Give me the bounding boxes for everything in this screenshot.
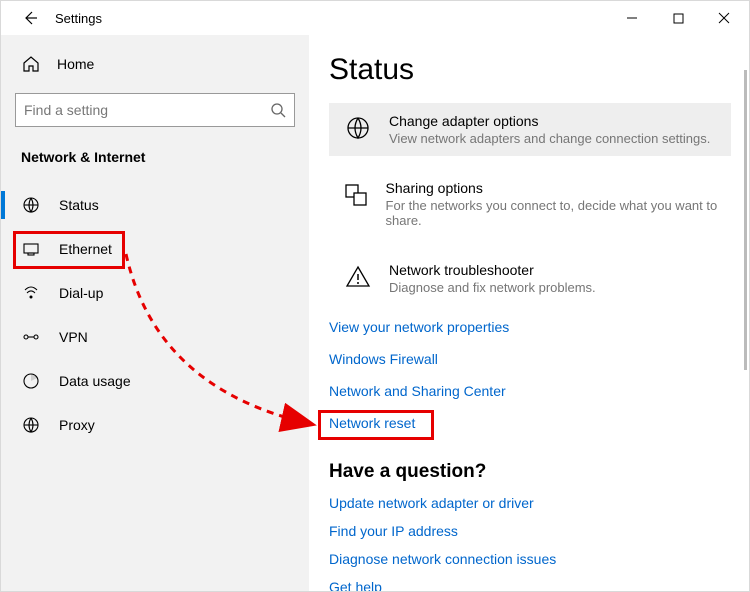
link-view-properties[interactable]: View your network properties (329, 319, 731, 335)
minimize-icon (626, 12, 638, 24)
option-change-adapter[interactable]: Change adapter options View network adap… (329, 103, 731, 156)
link-network-sharing-center[interactable]: Network and Sharing Center (329, 383, 731, 399)
option-sharing[interactable]: Sharing options For the networks you con… (329, 170, 731, 238)
titlebar: Settings (1, 1, 749, 35)
sidebar-item-datausage[interactable]: Data usage (1, 359, 309, 403)
sidebar-item-label: Data usage (59, 373, 131, 389)
page-heading: Status (329, 53, 731, 87)
window-title: Settings (55, 11, 102, 26)
search-icon (270, 102, 286, 118)
sidebar-section-label: Network & Internet (15, 149, 295, 165)
option-title: Sharing options (386, 180, 719, 196)
sidebar-nav: Status Ethernet Dial-up VPN (1, 183, 309, 447)
search-box[interactable] (15, 93, 295, 127)
close-button[interactable] (701, 3, 747, 33)
dialup-icon (21, 284, 41, 302)
sidebar-item-vpn[interactable]: VPN (1, 315, 309, 359)
minimize-button[interactable] (609, 3, 655, 33)
maximize-button[interactable] (655, 3, 701, 33)
link-windows-firewall[interactable]: Windows Firewall (329, 351, 731, 367)
qlink-update-adapter[interactable]: Update network adapter or driver (329, 495, 731, 511)
sidebar-item-label: Status (59, 197, 99, 213)
sidebar-item-label: Dial-up (59, 285, 103, 301)
back-button[interactable] (15, 3, 45, 33)
sidebar-home-label: Home (57, 56, 94, 72)
sharing-icon (341, 180, 372, 228)
warning-icon (341, 262, 375, 295)
sidebar-item-proxy[interactable]: Proxy (1, 403, 309, 447)
link-network-reset[interactable]: Network reset (329, 415, 731, 431)
option-desc: Diagnose and fix network problems. (389, 280, 596, 295)
sidebar-item-label: Ethernet (59, 241, 112, 257)
proxy-icon (21, 416, 41, 434)
sidebar: Home Network & Internet Status (1, 35, 309, 591)
sidebar-item-ethernet[interactable]: Ethernet (1, 227, 309, 271)
sidebar-item-label: VPN (59, 329, 88, 345)
arrow-left-icon (22, 10, 38, 26)
search-input[interactable] (24, 102, 270, 118)
content-pane: Status Change adapter options View netwo… (309, 35, 749, 591)
option-title: Network troubleshooter (389, 262, 596, 278)
question-heading: Have a question? (329, 461, 731, 483)
window-controls (609, 3, 747, 33)
sidebar-item-status[interactable]: Status (1, 183, 309, 227)
option-desc: For the networks you connect to, decide … (386, 198, 719, 228)
vpn-icon (21, 328, 41, 346)
scrollbar-thumb[interactable] (744, 70, 747, 370)
ethernet-icon (21, 240, 41, 258)
option-desc: View network adapters and change connect… (389, 131, 710, 146)
qlink-get-help[interactable]: Get help (329, 579, 731, 591)
maximize-icon (673, 13, 684, 24)
close-icon (718, 12, 730, 24)
adapter-icon (341, 113, 375, 146)
option-troubleshooter[interactable]: Network troubleshooter Diagnose and fix … (329, 252, 731, 305)
sidebar-home[interactable]: Home (15, 45, 295, 83)
sidebar-item-label: Proxy (59, 417, 95, 433)
home-icon (21, 55, 41, 73)
qlink-diagnose[interactable]: Diagnose network connection issues (329, 551, 731, 567)
option-title: Change adapter options (389, 113, 710, 129)
sidebar-item-dialup[interactable]: Dial-up (1, 271, 309, 315)
status-icon (21, 196, 41, 214)
qlink-find-ip[interactable]: Find your IP address (329, 523, 731, 539)
data-usage-icon (21, 372, 41, 390)
